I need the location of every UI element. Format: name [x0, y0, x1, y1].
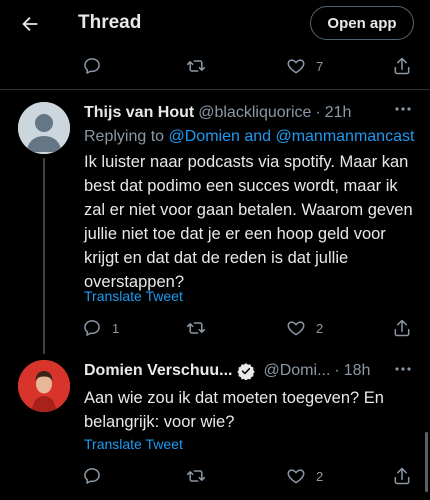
- like-count: 2: [316, 320, 324, 336]
- display-name[interactable]: Thijs van Hout: [84, 104, 194, 122]
- share-icon: [394, 467, 410, 485]
- default-avatar-icon: [18, 102, 70, 154]
- like-button[interactable]: 7: [286, 54, 323, 78]
- translate-tweet-link[interactable]: Translate Tweet: [84, 288, 183, 304]
- replying-to: Replying to @Domien and @manmanmancast: [84, 128, 414, 146]
- open-app-button[interactable]: Open app: [310, 6, 414, 40]
- heart-icon: [287, 321, 305, 336]
- profile-photo-icon: [18, 360, 70, 412]
- timestamp[interactable]: 21h: [325, 104, 352, 122]
- back-button[interactable]: [16, 10, 44, 38]
- arrow-left-icon: [22, 16, 38, 32]
- share-button[interactable]: [392, 316, 412, 340]
- reply-button[interactable]: 1: [82, 316, 119, 340]
- top-bar: Thread Open app: [0, 0, 430, 48]
- like-count: 2: [316, 468, 324, 484]
- retweet-icon: [186, 470, 206, 482]
- avatar[interactable]: [18, 102, 70, 154]
- reply-button[interactable]: [82, 54, 112, 78]
- share-icon: [394, 57, 410, 75]
- retweet-icon: [186, 322, 206, 334]
- reply-count: 1: [112, 320, 120, 336]
- more-options-button[interactable]: [394, 360, 412, 383]
- retweet-button[interactable]: [186, 54, 216, 78]
- page-title: Thread: [78, 12, 142, 33]
- share-button[interactable]: [392, 464, 412, 488]
- previous-tweet-actions: 7: [0, 54, 430, 78]
- replying-mentions-link[interactable]: @Domien and @manmanmancast: [169, 128, 415, 145]
- tweet-2-header: Domien Verschuu... @Domi... · 18h: [84, 362, 370, 380]
- reply-icon: [84, 468, 100, 484]
- display-name[interactable]: Domien Verschuu...: [84, 362, 232, 380]
- reply-icon: [84, 58, 100, 74]
- handle[interactable]: @blackliquorice: [198, 104, 311, 122]
- divider: [0, 89, 430, 90]
- retweet-button[interactable]: [186, 316, 216, 340]
- timestamp[interactable]: 18h: [344, 362, 371, 380]
- replying-prefix: Replying to: [84, 128, 165, 145]
- heart-icon: [287, 59, 305, 74]
- handle[interactable]: @Domi...: [263, 362, 330, 380]
- share-button[interactable]: [392, 54, 412, 78]
- separator: ·: [315, 104, 321, 121]
- verified-badge-icon: [237, 362, 256, 380]
- tweet-1-actions: 1 2: [0, 316, 430, 340]
- like-button[interactable]: 2: [286, 464, 323, 488]
- tweet-2-actions: 2: [0, 464, 430, 488]
- tweet-text: Ik luister naar podcasts via spotify. Ma…: [84, 153, 413, 291]
- separator: ·: [334, 362, 340, 379]
- avatar[interactable]: [18, 360, 70, 412]
- translate-tweet-link[interactable]: Translate Tweet: [84, 436, 183, 452]
- share-icon: [394, 319, 410, 337]
- tweet-1-header: Thijs van Hout @blackliquorice · 21h: [84, 104, 351, 122]
- retweet-icon: [186, 60, 206, 72]
- more-icon: [395, 367, 411, 371]
- reply-button[interactable]: [82, 464, 112, 488]
- heart-icon: [287, 469, 305, 484]
- reply-icon: [84, 320, 100, 336]
- scrollbar[interactable]: [425, 432, 428, 492]
- like-button[interactable]: 2: [286, 316, 323, 340]
- tweet-text: Aan wie zou ik dat moeten toegeven? En b…: [84, 389, 384, 431]
- like-count: 7: [316, 58, 324, 74]
- retweet-button[interactable]: [186, 464, 216, 488]
- more-options-button[interactable]: [394, 100, 412, 123]
- more-icon: [395, 107, 411, 111]
